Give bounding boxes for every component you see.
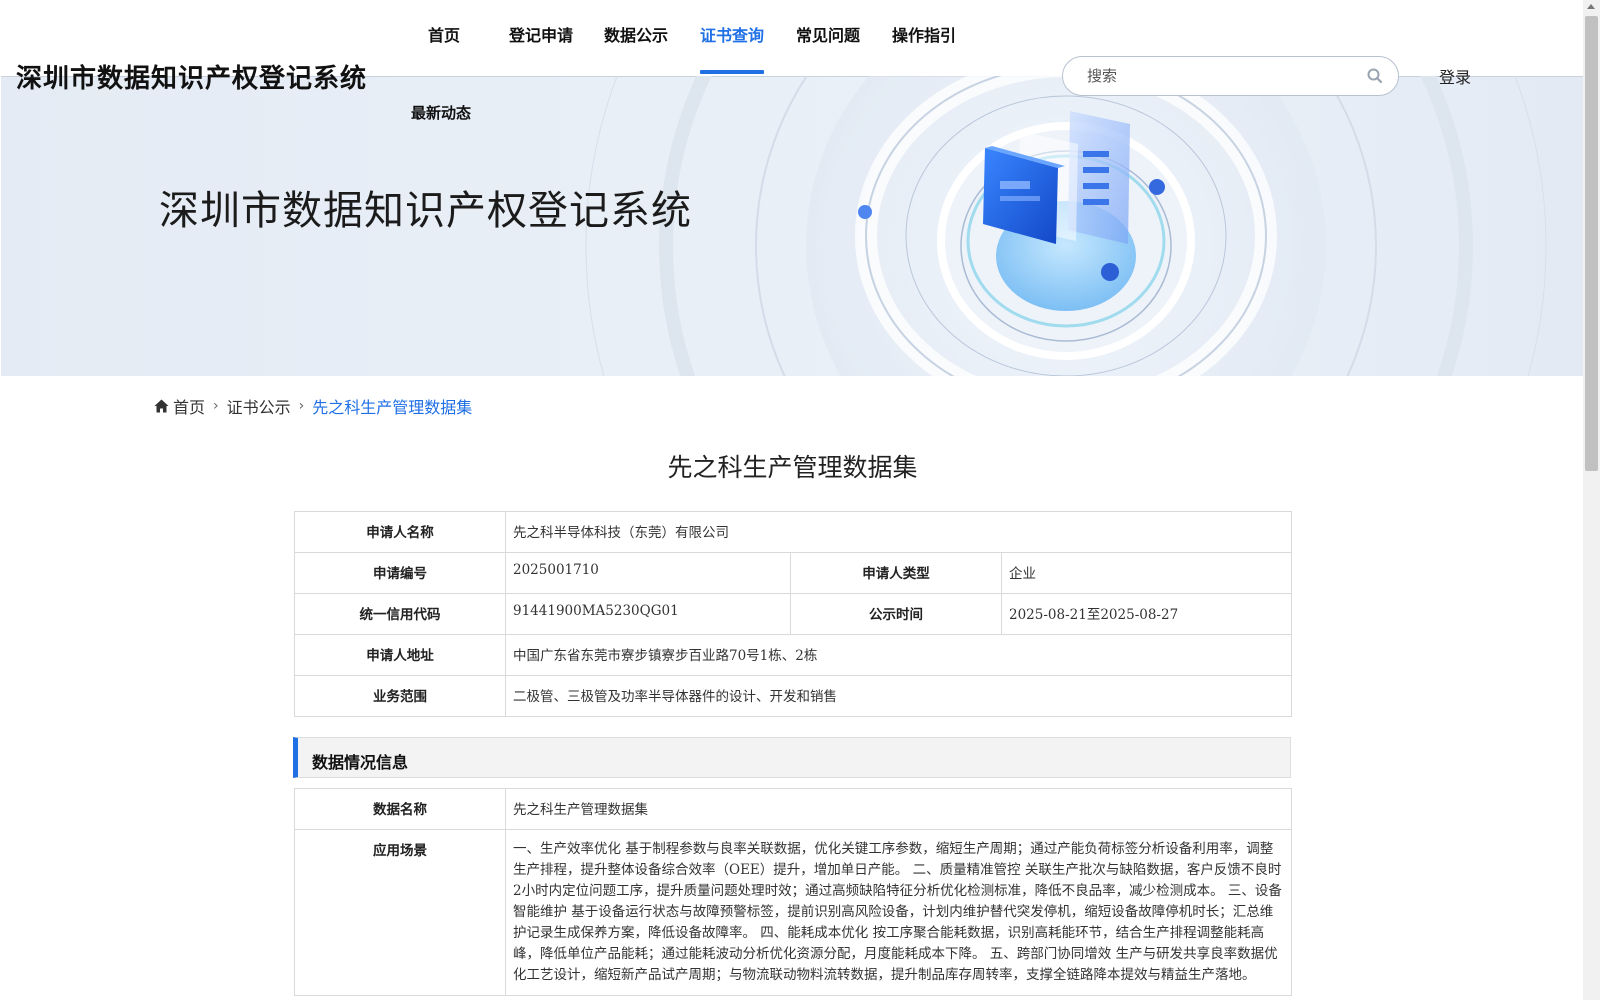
search-icon[interactable]: [1366, 67, 1384, 85]
chevron-right-icon: ›: [213, 398, 219, 414]
home-icon: [154, 399, 169, 413]
credit-code-label: 统一信用代码: [294, 593, 506, 635]
nav-item-certificate-query[interactable]: 证书查询: [700, 22, 765, 76]
data-name-label: 数据名称: [294, 788, 506, 830]
search-box: [1062, 56, 1399, 96]
applicant-name-value: 先之科半导体科技（东莞）有限公司: [505, 511, 1292, 553]
applicant-info-table: 申请人名称 先之科半导体科技（东莞）有限公司 申请编号 2025001710 申…: [294, 511, 1292, 717]
page-scrollbar[interactable]: [1583, 0, 1600, 1000]
application-number-label: 申请编号: [294, 552, 506, 594]
data-name-value: 先之科生产管理数据集: [505, 788, 1292, 830]
table-row: 申请人名称 先之科半导体科技（东莞）有限公司: [294, 511, 1292, 553]
site-header: 深圳市数据知识产权登记系统 首页 登记申请 数据公示 证书查询 常见问题 操作指…: [0, 0, 1583, 376]
chevron-right-icon: ›: [298, 398, 305, 414]
application-scenario-label: 应用场景: [294, 829, 506, 996]
breadcrumb: 首页 › 证书公示 › 先之科生产管理数据集: [154, 394, 472, 418]
nav-item-faq[interactable]: 常见问题: [796, 22, 860, 76]
scrollbar-thumb[interactable]: [1585, 16, 1598, 471]
nav-item-home[interactable]: 首页: [428, 22, 460, 76]
breadcrumb-section[interactable]: 证书公示: [227, 394, 291, 418]
nav-item-guide[interactable]: 操作指引: [892, 22, 956, 76]
data-info-table: 数据名称 先之科生产管理数据集 应用场景 一、生产效率优化 基于制程参数与良率关…: [294, 788, 1292, 996]
applicant-name-label: 申请人名称: [294, 511, 506, 553]
table-row: 数据名称 先之科生产管理数据集: [294, 788, 1292, 830]
nav-item-data-publicity[interactable]: 数据公示: [604, 22, 668, 76]
table-row: 统一信用代码 91441900MA5230QG01 公示时间 2025-08-2…: [294, 593, 1292, 635]
nav-item-register-apply[interactable]: 登记申请: [509, 22, 573, 76]
nav-item-latest-news[interactable]: 最新动态: [411, 102, 471, 123]
application-number-value: 2025001710: [505, 552, 791, 594]
applicant-address-value: 中国广东省东莞市寮步镇寮步百业路70号1栋、2栋: [505, 634, 1292, 676]
breadcrumb-home[interactable]: 首页: [173, 394, 205, 418]
section-header-data-info: 数据情况信息: [293, 737, 1291, 778]
business-scope-label: 业务范围: [294, 675, 506, 717]
credit-code-value: 91441900MA5230QG01: [505, 593, 791, 635]
breadcrumb-current: 先之科生产管理数据集: [312, 398, 473, 417]
publicity-time-label: 公示时间: [790, 593, 1002, 635]
page-title: 先之科生产管理数据集: [667, 453, 918, 482]
login-link[interactable]: 登录: [1439, 64, 1471, 88]
table-row: 业务范围 二极管、三极管及功率半导体器件的设计、开发和销售: [294, 675, 1292, 717]
table-row: 申请人地址 中国广东省东莞市寮步镇寮步百业路70号1栋、2栋: [294, 634, 1292, 676]
scroll-up-arrow-icon[interactable]: [1587, 4, 1595, 9]
application-scenario-value: 一、生产效率优化 基于制程参数与良率关联数据，优化关键工序参数，缩短生产周期；通…: [505, 829, 1292, 996]
table-row: 申请编号 2025001710 申请人类型 企业: [294, 552, 1292, 594]
publicity-time-value: 2025-08-21至2025-08-27: [1001, 593, 1292, 635]
applicant-address-label: 申请人地址: [294, 634, 506, 676]
section-title: 数据情况信息: [312, 753, 409, 772]
business-scope-value: 二极管、三极管及功率半导体器件的设计、开发和销售: [505, 675, 1292, 717]
table-row: 应用场景 一、生产效率优化 基于制程参数与良率关联数据，优化关键工序参数，缩短生…: [294, 829, 1292, 996]
applicant-type-label: 申请人类型: [790, 552, 1002, 594]
search-input[interactable]: [1087, 65, 1347, 87]
applicant-type-value: 企业: [1001, 552, 1292, 594]
site-title[interactable]: 深圳市数据知识产权登记系统: [16, 58, 367, 95]
banner-title: 深圳市数据知识产权登记系统: [159, 188, 692, 234]
